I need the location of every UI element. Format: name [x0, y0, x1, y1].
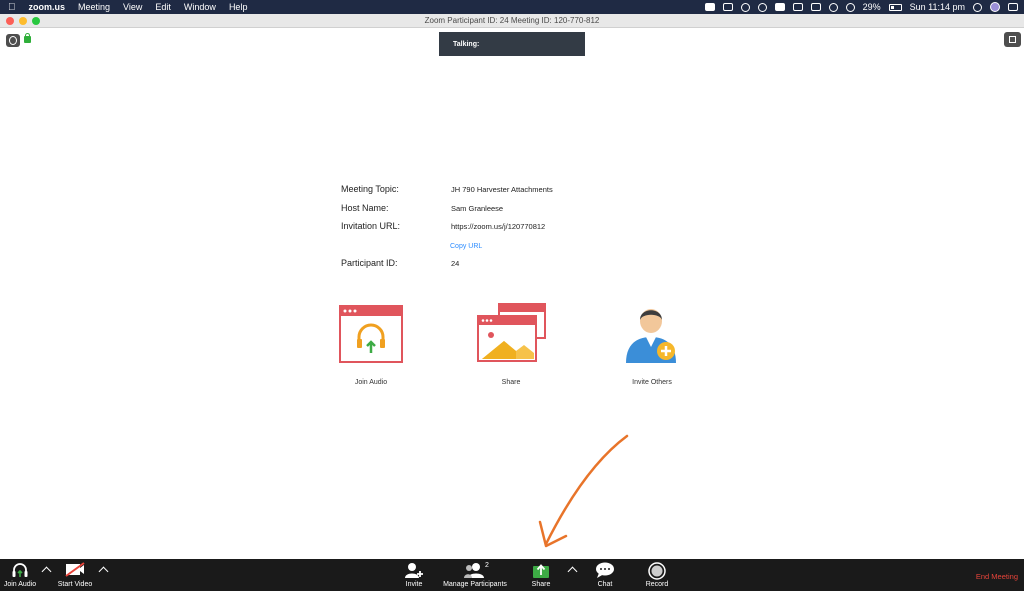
- share-tile[interactable]: [476, 303, 546, 363]
- window-title-bar: Zoom Participant ID: 24 Meeting ID: 120-…: [0, 14, 1024, 28]
- encryption-lock-icon[interactable]: [24, 33, 31, 43]
- join-audio-button[interactable]: Join Audio: [0, 559, 40, 591]
- host-name-label: Host Name:: [341, 203, 389, 213]
- start-video-button[interactable]: Start Video: [54, 559, 96, 591]
- record-toolbar-label: Record: [645, 581, 669, 588]
- record-button[interactable]: Record: [642, 559, 672, 591]
- join-audio-label[interactable]: Join Audio: [311, 379, 431, 386]
- invitation-url-label: Invitation URL:: [341, 221, 401, 231]
- window-title: Zoom Participant ID: 24 Meeting ID: 120-…: [424, 16, 600, 25]
- meeting-toolbar: Join Audio Start Video Invite 2 Manage P…: [0, 559, 1024, 591]
- apple-icon[interactable]: : [8, 2, 16, 13]
- video-options-chevron-up-icon[interactable]: [98, 566, 109, 577]
- manage-participants-button[interactable]: 2 Manage Participants: [440, 559, 510, 591]
- annotation-arrow-icon: [538, 434, 629, 548]
- zoom-status-icon[interactable]: [704, 3, 715, 11]
- clock[interactable]: Sun 11:14 pm: [910, 2, 965, 12]
- menu-view[interactable]: View: [123, 2, 142, 12]
- participant-id-value: 24: [451, 259, 460, 268]
- notification-center-icon[interactable]: [1008, 3, 1018, 11]
- chat-toolbar-label: Chat: [597, 581, 613, 588]
- audio-options-chevron-up-icon[interactable]: [41, 566, 52, 577]
- chat-icon: [596, 562, 614, 578]
- menu-help[interactable]: Help: [229, 2, 248, 12]
- mac-menu-bar:  zoom.us Meeting View Edit Window Help …: [0, 0, 1024, 14]
- share-screen-icon: [477, 303, 546, 362]
- participants-icon: [464, 563, 484, 578]
- invite-button[interactable]: Invite: [400, 559, 428, 591]
- share-button[interactable]: Share: [526, 559, 556, 591]
- menu-meeting[interactable]: Meeting: [78, 2, 110, 12]
- copy-url-link[interactable]: Copy URL: [450, 243, 482, 250]
- meeting-info-icon[interactable]: [6, 34, 20, 47]
- share-options-chevron-up-icon[interactable]: [567, 566, 578, 577]
- record-icon: [648, 562, 666, 580]
- creative-cloud-icon[interactable]: [757, 2, 767, 12]
- invite-others-label[interactable]: Invite Others: [592, 379, 712, 386]
- airplay-icon[interactable]: [810, 3, 821, 11]
- cloud-icon[interactable]: [740, 2, 750, 12]
- join-audio-tile[interactable]: [339, 305, 403, 363]
- invite-toolbar-label: Invite: [405, 581, 423, 588]
- spotlight-search-icon[interactable]: [973, 2, 982, 12]
- wifi-icon[interactable]: [828, 2, 838, 12]
- dropbox-icon[interactable]: [722, 3, 733, 11]
- meeting-topic-value: JH 790 Harvester Attachments: [451, 185, 553, 194]
- meeting-topic-label: Meeting Topic:: [341, 184, 399, 194]
- join-audio-toolbar-label: Join Audio: [3, 581, 37, 588]
- invite-others-tile[interactable]: [622, 301, 680, 365]
- menu-window[interactable]: Window: [184, 2, 216, 12]
- share-label[interactable]: Share: [451, 379, 571, 386]
- bluetooth-icon[interactable]: [792, 3, 803, 11]
- chat-button[interactable]: Chat: [592, 559, 618, 591]
- invite-person-icon: [626, 309, 676, 363]
- invitation-url-value[interactable]: https://zoom.us/j/120770812: [451, 222, 545, 231]
- participant-id-label: Participant ID:: [341, 258, 398, 268]
- host-name-value: Sam Granleese: [451, 204, 504, 213]
- battery-percent[interactable]: 29%: [863, 2, 881, 12]
- start-video-toolbar-label: Start Video: [57, 581, 93, 588]
- video-off-icon: [65, 562, 85, 577]
- share-toolbar-label: Share: [531, 581, 551, 588]
- exit-fullscreen-icon[interactable]: [1004, 32, 1021, 47]
- zoom-window:  zoom.us Meeting View Edit Window Help …: [0, 0, 1024, 591]
- invite-icon: [405, 563, 423, 578]
- manage-participants-toolbar-label: Manage Participants: [443, 581, 507, 588]
- join-audio-icon: [339, 305, 403, 363]
- menu-app-name[interactable]: zoom.us: [29, 2, 66, 12]
- volume-icon[interactable]: [845, 2, 855, 12]
- participant-count-badge: 2: [485, 562, 489, 569]
- share-screen-icon: [533, 564, 549, 578]
- headphones-icon: [12, 563, 28, 577]
- menu-edit[interactable]: Edit: [155, 2, 171, 12]
- adobe-icon[interactable]: [774, 3, 785, 11]
- user-avatar-icon[interactable]: [990, 2, 1000, 12]
- end-meeting-button[interactable]: End Meeting: [976, 572, 1018, 581]
- battery-icon[interactable]: [888, 3, 902, 11]
- talking-indicator: Talking:: [439, 32, 585, 56]
